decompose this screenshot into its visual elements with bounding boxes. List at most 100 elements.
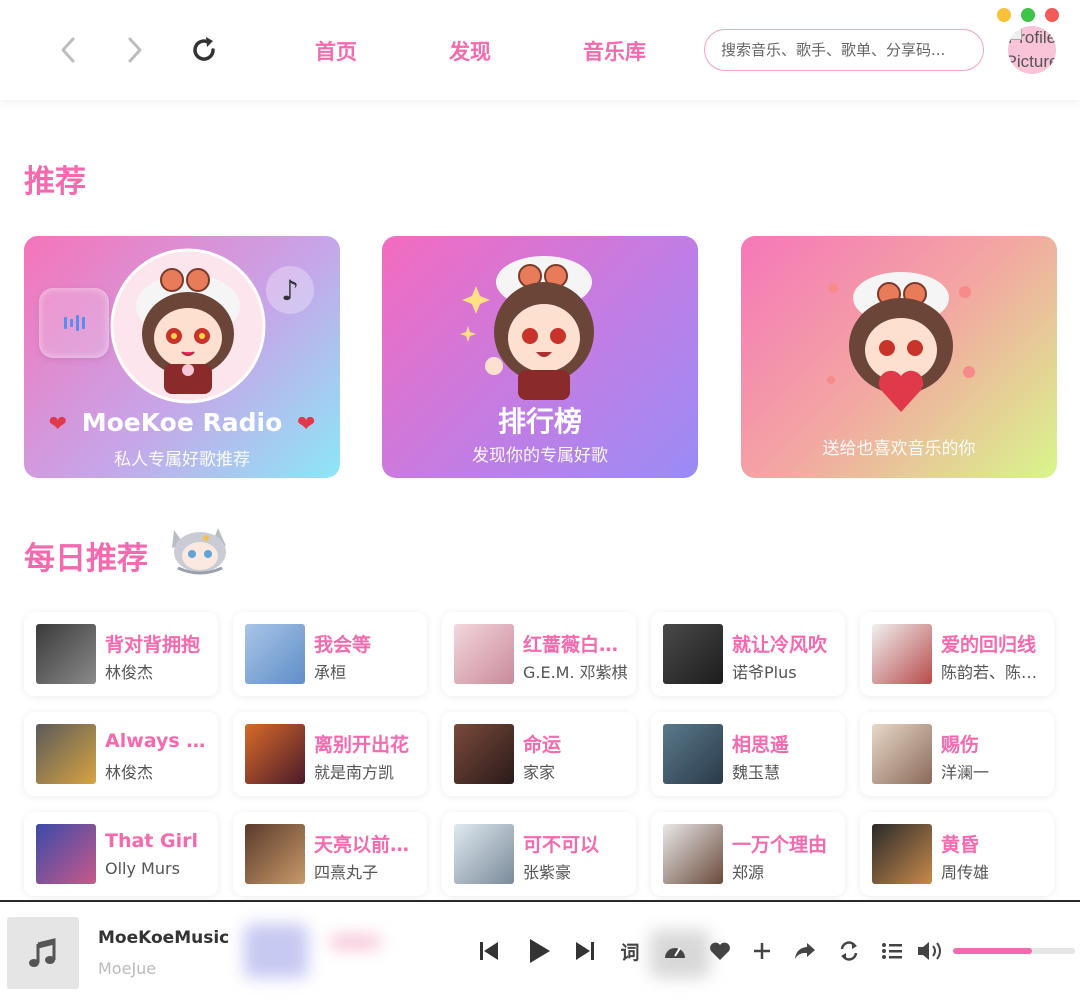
song-card[interactable]: Always Online 林俊杰 — [24, 712, 218, 796]
song-name: 红蔷薇白玫瑰 — [523, 634, 631, 656]
daily-title: 每日推荐 — [24, 533, 148, 578]
recommend-title: 推荐 — [24, 164, 86, 200]
blurred-cover-left — [244, 924, 308, 978]
maximize-window-button[interactable] — [1021, 8, 1035, 22]
close-window-button[interactable] — [1045, 8, 1059, 22]
song-card[interactable]: 天亮以前说再见四熹丸子 — [233, 812, 427, 896]
minimize-window-button[interactable] — [997, 8, 1011, 22]
song-card[interactable]: 可不可以 张紫豪 — [442, 812, 636, 896]
search-input[interactable] — [704, 29, 984, 71]
gift-subtitle: 送给也喜欢音乐的你 — [822, 439, 976, 459]
song-card[interactable]: 我会等 承桓 — [233, 612, 427, 696]
share-icon — [795, 943, 815, 959]
broken-image-icon — [1010, 28, 1022, 40]
moekoe-radio-card[interactable]: ♪ ❤ MoeKoe Radio ❤ 私人专属好歌推荐 — [24, 236, 340, 478]
song-artist: G.E.M. 邓紫棋 — [523, 663, 628, 682]
song-card[interactable]: That Girl Olly Murs — [24, 812, 218, 896]
nav-discover[interactable]: 发现 — [449, 36, 491, 66]
song-cover — [872, 724, 932, 784]
song-artist: 林俊杰 — [105, 663, 154, 682]
player-cover[interactable] — [7, 917, 79, 989]
volume-slider-fill — [953, 948, 1033, 954]
next-button[interactable] — [570, 936, 600, 966]
song-name: 天亮以前说再见 — [314, 834, 422, 856]
song-cover — [36, 724, 96, 784]
song-cover — [245, 824, 305, 884]
song-cover — [663, 824, 723, 884]
volume-icon — [918, 942, 941, 960]
radio-title: MoeKoe Radio — [81, 408, 283, 437]
top-header: 首页 发现 音乐库 Profile Picture — [0, 0, 1080, 100]
radio-title-row: ❤ MoeKoe Radio ❤ — [24, 408, 340, 437]
music-note-icon: ♪ — [281, 273, 299, 307]
song-artist: Olly Murs — [105, 859, 180, 878]
lyrics-button[interactable]: 词 — [616, 936, 644, 966]
song-name: 赐伤 — [941, 734, 980, 756]
back-button[interactable] — [48, 30, 88, 70]
song-artist: 家家 — [523, 763, 556, 782]
song-card[interactable]: 背对背拥抱 林俊杰 — [24, 612, 218, 696]
repeat-button[interactable] — [834, 936, 864, 966]
gift-chibi-image — [819, 262, 979, 426]
sparkling-heart-icon: ❤ — [296, 412, 316, 437]
song-card[interactable]: 命运 家家 — [442, 712, 636, 796]
song-artist: 郑源 — [732, 863, 765, 882]
song-cover — [454, 624, 514, 684]
list-icon — [882, 943, 902, 959]
speed-button[interactable] — [660, 936, 690, 966]
player-bar: MoeKoeMusic MoeJue 词 — [0, 900, 1080, 999]
song-card[interactable]: 黄昏 周传雄 — [860, 812, 1054, 896]
ranking-chibi-image — [458, 246, 618, 410]
volume-button[interactable] — [914, 936, 946, 966]
song-artist: 承桓 — [314, 663, 347, 682]
avatar[interactable]: Profile Picture — [1008, 26, 1056, 74]
song-artist: 洋澜一 — [941, 763, 990, 782]
song-card[interactable]: 赐伤 洋澜一 — [860, 712, 1054, 796]
song-card[interactable]: 就让冷风吹 诺爷Plus — [651, 612, 845, 696]
add-to-playlist-button[interactable] — [748, 936, 776, 966]
avatar-alt-line2: Picture — [1008, 52, 1056, 71]
heart-icon — [710, 942, 730, 960]
repeat-icon — [840, 941, 858, 961]
music-note-button[interactable]: ♪ — [266, 266, 314, 314]
song-card[interactable]: 离别开出花 就是南方凯 — [233, 712, 427, 796]
radio-play-button[interactable] — [39, 288, 109, 358]
like-button[interactable] — [705, 936, 735, 966]
song-name: 可不可以 — [523, 834, 600, 856]
skip-previous-icon — [480, 942, 498, 960]
song-artist: 林俊杰 — [105, 763, 154, 782]
song-cover — [245, 624, 305, 684]
song-card[interactable]: 红蔷薇白玫瑰 G.E.M. 邓紫棋 — [442, 612, 636, 696]
chevron-left-icon — [61, 37, 75, 63]
song-card[interactable]: 一万个理由 郑源 — [651, 812, 845, 896]
ranking-subtitle: 发现你的专属好歌 — [472, 446, 608, 466]
share-button[interactable] — [790, 936, 820, 966]
song-name: 黄昏 — [941, 834, 980, 856]
song-name: 一万个理由 — [732, 834, 828, 856]
previous-button[interactable] — [474, 936, 504, 966]
song-name: Always Online — [105, 730, 213, 752]
forward-button[interactable] — [115, 30, 155, 70]
song-artist: 就是南方凯 — [314, 763, 395, 782]
nav-home[interactable]: 首页 — [315, 36, 357, 66]
song-name: 我会等 — [314, 634, 372, 656]
song-card[interactable]: 爱的回归线 陈韵若、陈乐一 — [860, 612, 1054, 696]
song-artist: 张紫豪 — [523, 863, 572, 882]
song-cover — [872, 824, 932, 884]
gift-card[interactable]: 送给也喜欢音乐的你 — [741, 236, 1057, 478]
song-artist: 魏玉慧 — [732, 763, 781, 782]
song-card[interactable]: 相思遥 魏玉慧 — [651, 712, 845, 796]
volume-slider[interactable] — [953, 948, 1075, 954]
nav-library[interactable]: 音乐库 — [583, 36, 646, 66]
song-artist: 陈韵若、陈乐一 — [941, 663, 1049, 682]
plus-icon — [754, 943, 770, 959]
radio-chibi-image — [108, 246, 268, 410]
ranking-card[interactable]: 排行榜 发现你的专属好歌 — [382, 236, 698, 478]
song-cover — [454, 724, 514, 784]
blurred-text-left — [330, 936, 380, 948]
refresh-icon — [193, 37, 215, 61]
playlist-button[interactable] — [878, 936, 906, 966]
play-button[interactable] — [522, 936, 556, 966]
refresh-button[interactable] — [184, 30, 224, 70]
radio-subtitle: 私人专属好歌推荐 — [114, 450, 250, 470]
